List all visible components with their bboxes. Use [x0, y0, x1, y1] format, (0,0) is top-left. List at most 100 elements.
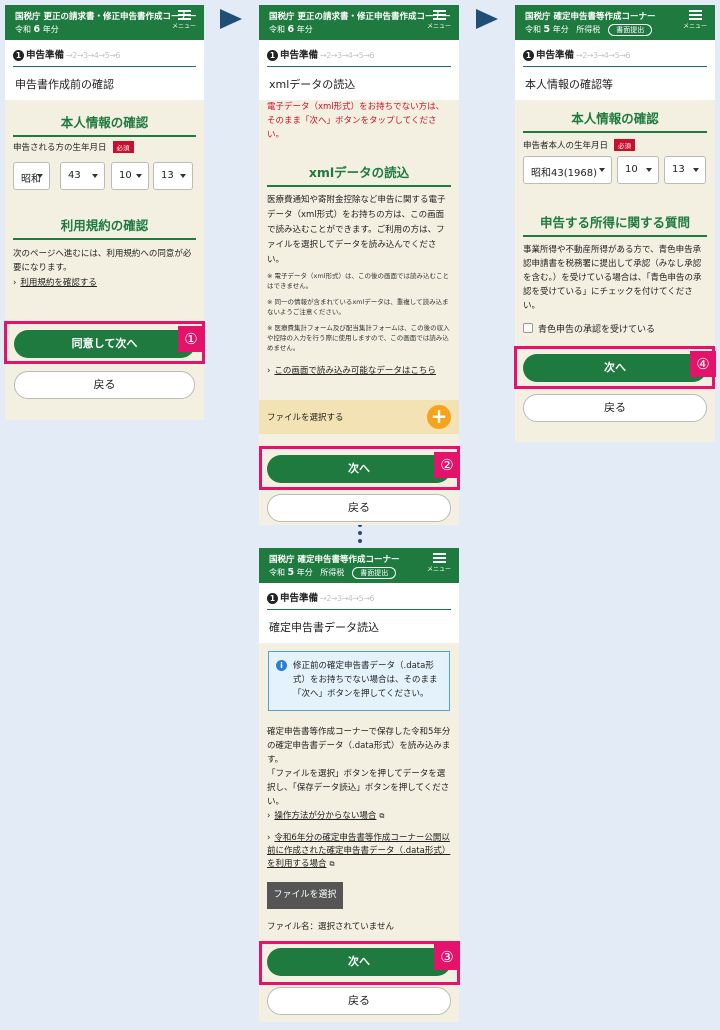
blue-return-checkbox[interactable]: 青色申告の承認を受けている	[523, 322, 655, 335]
highlight-box-4	[514, 346, 715, 389]
day-select[interactable]: 13	[153, 162, 193, 190]
step-indicator: 1 申告準備 →2→3→4→5→6	[259, 40, 459, 68]
chevron-down-icon	[37, 174, 43, 178]
load-instructions: 「ファイルを選択」ボタンを押してデータを選択し、「保存データ読込」ボタンを押して…	[267, 769, 450, 807]
tax-year: 令和 6 年分	[15, 24, 59, 35]
note-1: ※ 電子データ（xml形式）は、この後の画面では読み込むことはできません。	[267, 272, 449, 290]
submit-method-tag: 書面提出	[608, 24, 653, 36]
xml-description: 医療費通知や寄附金控除など申告に関する電子データ（xml形式）をお持ちの方は、こ…	[267, 195, 446, 265]
app-header: 国税庁 確定申告書等作成コーナー 令和 5 年分 所得税 書面提出 メニュー	[259, 548, 459, 583]
chevron-down-icon	[599, 168, 605, 172]
help-link[interactable]: › 操作方法が分からない場合 ⧉	[267, 810, 384, 823]
warning-text: 電子データ（xml形式）をお持ちでない方は、そのまま「次へ」ボタンをタップしてく…	[267, 102, 445, 140]
required-badge: 必須	[614, 139, 636, 151]
blue-return-question: 事業所得や不動産所得がある方で、青色申告承認申請書を税務署に提出して承認（みなし…	[523, 245, 702, 311]
step-number: 1	[267, 593, 278, 604]
section-heading-xml: xmlデータの読込	[267, 162, 451, 187]
dob-label: 申告される方の生年月日 必須	[13, 141, 134, 153]
back-button[interactable]: 戻る	[523, 394, 707, 422]
chevron-down-icon	[646, 168, 652, 172]
remaining-steps: →2→3→4→5→6	[66, 51, 120, 60]
step-number: 1	[13, 50, 24, 61]
chevron-down-icon	[92, 174, 98, 178]
corner-title: 確定申告書等作成コーナー	[297, 555, 400, 565]
month-select[interactable]: 10	[617, 156, 659, 184]
back-button[interactable]: 戻る	[267, 987, 451, 1015]
info-box: i 修正前の確定申告書データ（.data形式）をお持ちでない場合は、そのまま「次…	[268, 651, 450, 711]
hamburger-icon	[688, 10, 702, 20]
app-header: 国税庁 更正の請求書・修正申告書作成コーナー 令和 6 年分 メニュー	[5, 5, 204, 40]
tax-year: 令和 5 年分 所得税 書面提出	[525, 24, 653, 36]
checkbox-icon	[523, 323, 533, 333]
chevron-down-icon	[693, 168, 699, 172]
plus-icon: +	[427, 405, 451, 429]
divider	[13, 66, 196, 67]
external-link-icon: ⧉	[329, 860, 335, 868]
tax-type: 所得税	[576, 25, 601, 34]
remaining-steps: →2→3→4→5→6	[576, 51, 630, 60]
agency-name: 国税庁	[269, 12, 295, 22]
divider	[267, 66, 451, 67]
step-badge-1: ①	[178, 326, 204, 352]
remaining-steps: →2→3→4→5→6	[320, 51, 374, 60]
section-heading-terms: 利用規約の確認	[13, 215, 196, 240]
menu-button[interactable]: メニュー	[427, 10, 451, 30]
highlight-box-3	[259, 941, 460, 985]
flow-connector-dots	[358, 523, 363, 543]
agency-name: 国税庁	[269, 555, 295, 565]
flow-arrow-2	[476, 9, 498, 29]
divider	[267, 609, 451, 610]
info-text: 修正前の確定申告書データ（.data形式）をお持ちでない場合は、そのまま「次へ」…	[293, 661, 438, 699]
section-heading-personal-info: 本人情報の確認	[13, 112, 196, 137]
month-select[interactable]: 10	[111, 162, 149, 190]
year-select[interactable]: 43	[60, 162, 105, 190]
step-label: 申告準備	[280, 593, 319, 604]
file-select-bar[interactable]: ファイルを選択する +	[259, 400, 459, 434]
flow-arrow-1	[220, 9, 242, 29]
tax-year: 令和 5 年分 所得税 書面提出	[269, 567, 397, 579]
hamburger-icon	[177, 10, 191, 20]
year-select[interactable]: 昭和43(1968)	[523, 156, 612, 184]
submit-method-tag: 書面提出	[352, 567, 397, 579]
file-name-status: ファイル名：選択されていません	[267, 922, 394, 932]
page-title: xmlデータの読込	[259, 68, 459, 100]
step-badge-3: ③	[434, 944, 460, 970]
step-badge-2: ②	[434, 452, 460, 478]
load-description: 確定申告書等作成コーナーで保存した令和5年分の確定申告書データ（.data形式）…	[267, 727, 451, 765]
back-button[interactable]: 戻る	[267, 494, 451, 522]
file-select-label: ファイルを選択する	[267, 413, 344, 423]
era-select[interactable]: 昭和	[13, 162, 50, 190]
divider	[523, 66, 707, 67]
step-number: 1	[267, 50, 278, 61]
highlight-box-2	[259, 446, 460, 490]
back-button[interactable]: 戻る	[14, 371, 195, 399]
chevron-down-icon	[136, 174, 142, 178]
note-3: ※ 医療費集計フォーム及び配当集計フォームは、この後の収入や控除の入力を行う際に…	[267, 324, 450, 352]
step-indicator: 1 申告準備 →2→3→4→5→6	[259, 583, 459, 611]
agency-name: 国税庁	[525, 12, 551, 22]
menu-button[interactable]: メニュー	[427, 553, 451, 573]
hamburger-icon	[432, 553, 446, 563]
info-icon: i	[276, 660, 287, 671]
section-heading-personal-info: 本人情報の確認	[523, 108, 707, 133]
page-title: 確定申告書データ読込	[259, 611, 459, 643]
menu-button[interactable]: メニュー	[683, 10, 707, 30]
menu-button[interactable]: メニュー	[172, 10, 196, 30]
required-badge: 必須	[112, 141, 134, 153]
note-2: ※ 同一の情報が含まれているxmlデータは、重複して読み込まないようご注意くださ…	[267, 298, 449, 316]
chevron-down-icon	[180, 174, 186, 178]
terms-text: 次のページへ進むには、利用規約への同意が必要になります。	[13, 249, 192, 273]
remaining-steps: →2→3→4→5→6	[320, 594, 374, 603]
step-indicator: 1 申告準備 →2→3→4→5→6	[515, 40, 715, 68]
readable-data-link[interactable]: › この画面で読み込み可能なデータはこちら	[267, 365, 436, 378]
app-header: 国税庁 更正の請求書・修正申告書作成コーナー 令和 6 年分 メニュー	[259, 5, 459, 40]
page-title: 本人情報の確認等	[515, 68, 715, 100]
legacy-data-link[interactable]: › 令和6年分の確定申告書等作成コーナー公開以前に作成された確定申告書データ（.d…	[267, 832, 451, 871]
tax-type: 所得税	[320, 568, 345, 577]
step-indicator: 1 申告準備 →2→3→4→5→6	[5, 40, 204, 68]
choose-file-button[interactable]: ファイルを選択	[267, 882, 343, 909]
external-link-icon: ⧉	[379, 812, 385, 820]
terms-link[interactable]: › 利用規約を確認する	[13, 277, 97, 290]
day-select[interactable]: 13	[664, 156, 706, 184]
app-header: 国税庁 確定申告書等作成コーナー 令和 5 年分 所得税 書面提出 メニュー	[515, 5, 715, 40]
